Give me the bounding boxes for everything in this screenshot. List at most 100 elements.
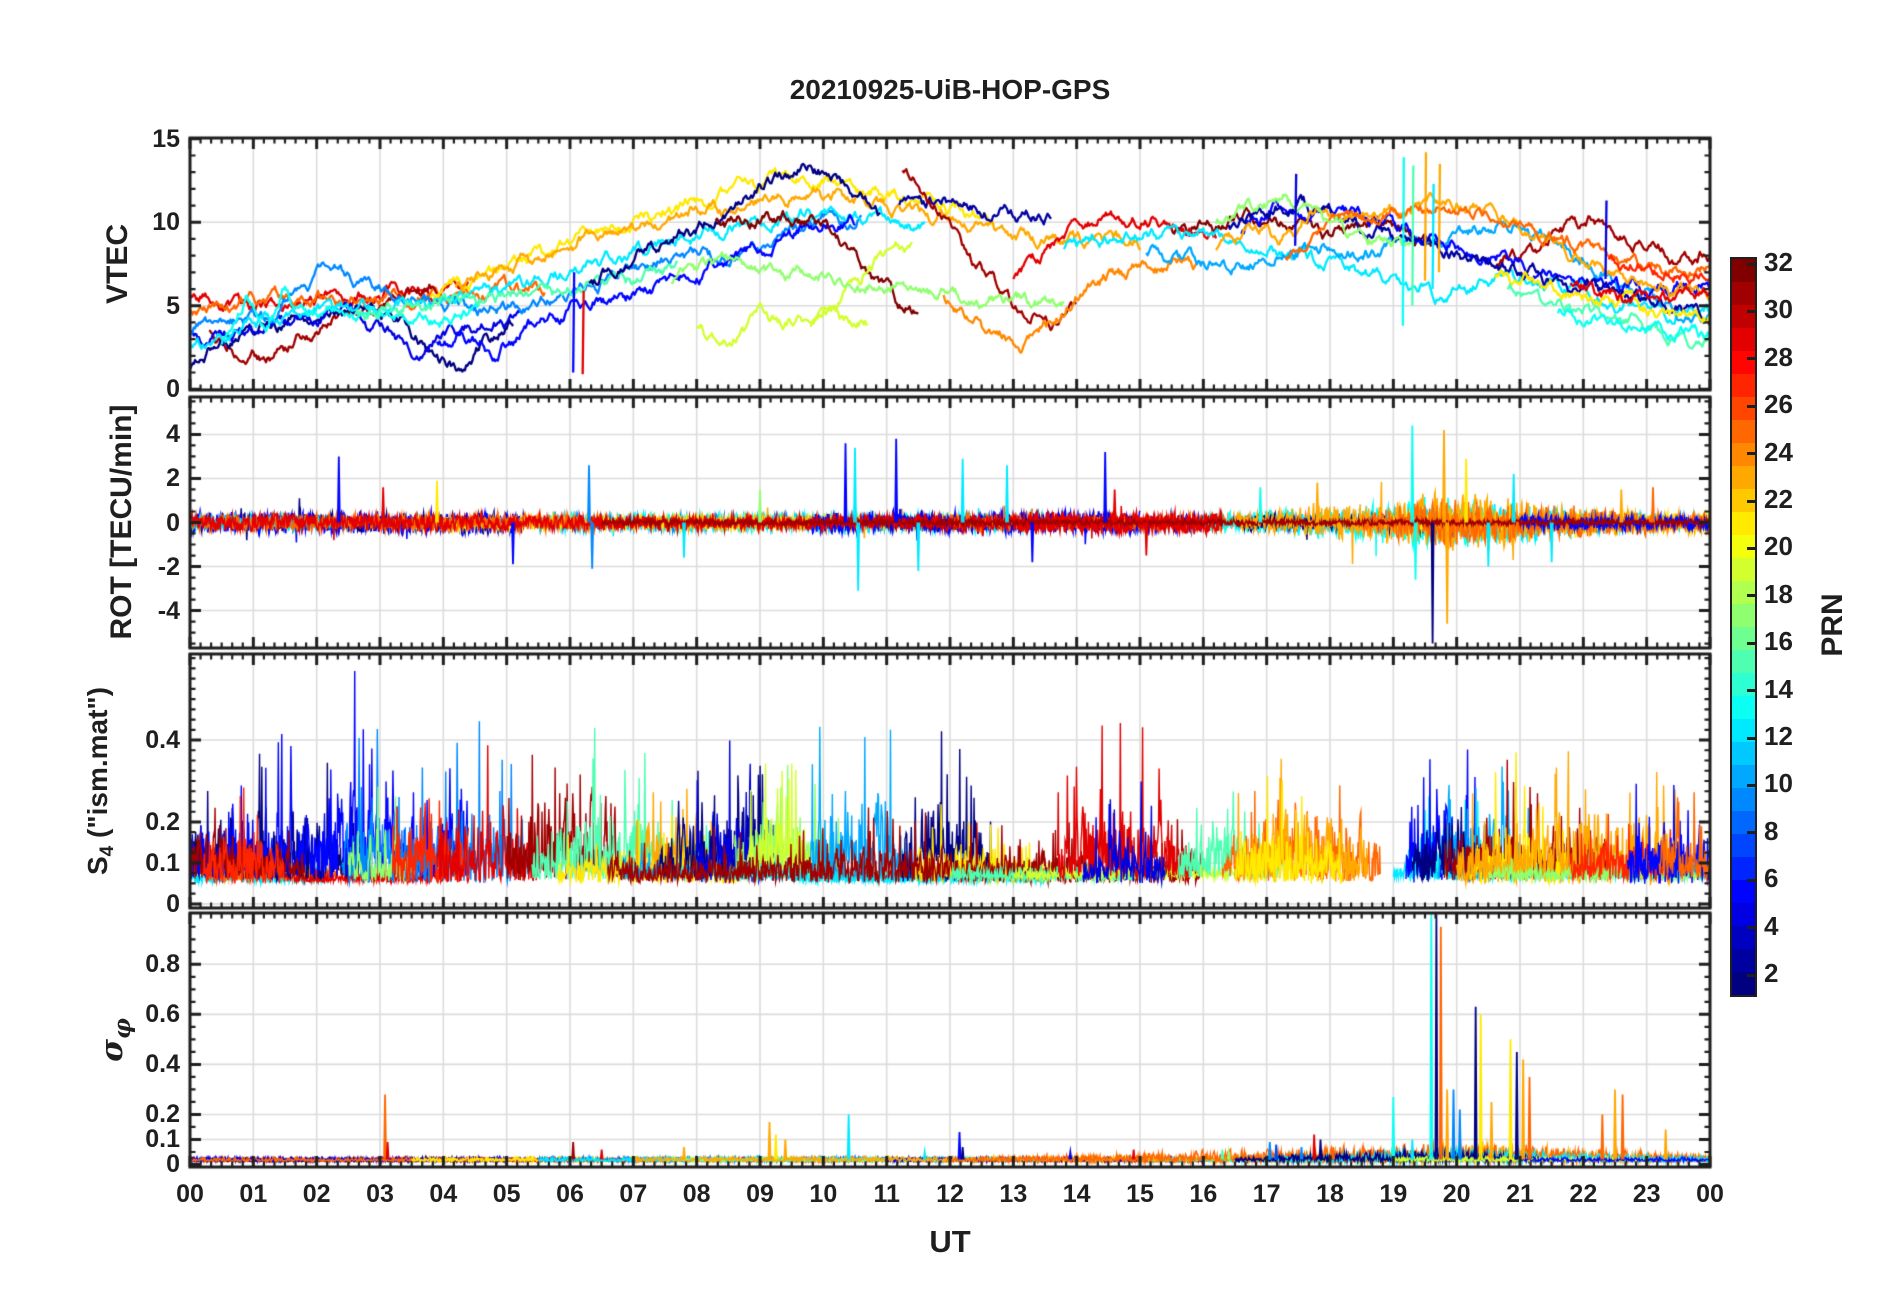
colorbar-tick (1747, 878, 1755, 882)
y-tick-label: 0.2 (145, 1100, 180, 1129)
x-tick-label: 13 (999, 1180, 1028, 1208)
x-tick-label: 08 (682, 1180, 711, 1208)
colorbar-tick-label: 22 (1764, 484, 1793, 514)
y-tick-label: 0.4 (145, 726, 180, 755)
colorbar-tick (1747, 309, 1755, 313)
colorbar-segment (1732, 420, 1755, 443)
y-tick-label: 0.2 (145, 807, 180, 836)
colorbar-tick-label: 18 (1764, 578, 1793, 609)
colorbar-segment (1732, 949, 1755, 972)
page-title: 20210925-UiB-HOP-GPS (789, 74, 1111, 105)
x-tick-label: 07 (619, 1180, 648, 1208)
colorbar-segment (1732, 834, 1755, 857)
colorbar-tick-label: 24 (1764, 436, 1793, 467)
x-tick-label: 23 (1632, 1180, 1661, 1208)
colorbar-segment (1732, 558, 1755, 581)
chart-canvas (0, 0, 1902, 1292)
colorbar-segment (1732, 880, 1755, 903)
x-tick-label: 20 (1442, 1180, 1471, 1208)
x-tick-label: 14 (1062, 1180, 1091, 1208)
colorbar-tick (1747, 499, 1755, 503)
x-tick-label: 22 (1569, 1180, 1598, 1208)
colorbar-tick-label: 14 (1764, 673, 1793, 704)
colorbar-segment (1732, 305, 1755, 328)
y-tick-label: 0.4 (145, 1050, 180, 1079)
colorbar-tick (1747, 594, 1755, 598)
colorbar-tick (1747, 973, 1755, 977)
y-tick-label: 4 (166, 420, 180, 449)
colorbar-segment (1732, 604, 1755, 627)
y-tick-label: 5 (166, 291, 180, 320)
y-tick-label: 2 (166, 464, 180, 493)
colorbar-segment (1732, 673, 1755, 696)
x-tick-label: 17 (1252, 1180, 1281, 1208)
x-axis-label: UT (929, 1224, 971, 1259)
x-tick-label: 11 (873, 1180, 900, 1208)
colorbar-tick-label: 32 (1764, 247, 1793, 277)
colorbar-segment (1732, 328, 1755, 351)
colorbar-segment (1732, 742, 1755, 765)
colorbar-tick (1747, 689, 1755, 693)
colorbar-segment (1732, 696, 1755, 719)
colorbar-segment (1732, 282, 1755, 305)
colorbar-tick-label: 10 (1764, 768, 1793, 799)
colorbar-tick-label: 30 (1764, 294, 1793, 325)
colorbar-tick (1747, 404, 1755, 408)
colorbar-tick (1747, 736, 1755, 740)
y-tick-label: 0.1 (145, 848, 180, 877)
y-tick-label: 0 (166, 375, 180, 404)
colorbar-tick (1747, 926, 1755, 930)
colorbar-segment (1732, 466, 1755, 489)
x-tick-label: 05 (492, 1180, 521, 1208)
y-axis-label-vtec: VTEC (101, 224, 134, 305)
y-tick-label: -2 (157, 552, 180, 581)
x-tick-label: 00 (1696, 1180, 1724, 1208)
x-tick-label: 19 (1379, 1180, 1408, 1208)
y-tick-label: 0 (166, 889, 180, 918)
colorbar-segment (1732, 627, 1755, 650)
y-tick-label: 0.8 (145, 950, 180, 979)
colorbar-segment (1732, 857, 1755, 880)
gps-scintillation-figure: 20210925-UiB-HOP-GPS VTEC ROT [TECU/min]… (0, 0, 1902, 1292)
y-tick-label: -4 (157, 596, 180, 625)
colorbar-tick (1747, 262, 1755, 266)
colorbar-segment (1732, 581, 1755, 604)
colorbar-segment (1732, 351, 1755, 374)
colorbar-tick (1747, 641, 1755, 645)
colorbar-tick-label: 8 (1764, 815, 1779, 846)
x-tick-label: 09 (746, 1180, 774, 1208)
x-tick-label: 00 (176, 1180, 204, 1208)
x-tick-label: 04 (429, 1180, 458, 1208)
colorbar-tick (1747, 546, 1755, 550)
colorbar-segment (1732, 397, 1755, 420)
y-tick-label: 10 (152, 208, 180, 237)
colorbar-tick-label: 20 (1764, 531, 1793, 562)
colorbar-tick (1747, 357, 1755, 361)
colorbar-tick-label: 2 (1764, 958, 1779, 988)
colorbar-tick (1747, 783, 1755, 787)
x-tick-label: 16 (1189, 1180, 1218, 1208)
colorbar-segment (1732, 926, 1755, 949)
colorbar-segment (1732, 903, 1755, 926)
x-tick-label: 03 (366, 1180, 394, 1208)
x-tick-label: 06 (556, 1180, 584, 1208)
x-tick-label: 01 (239, 1180, 268, 1208)
x-tick-label: 10 (809, 1180, 838, 1208)
y-tick-label: 15 (152, 124, 180, 153)
colorbar-segment (1732, 374, 1755, 397)
colorbar-tick (1747, 452, 1755, 456)
colorbar-tick (1747, 831, 1755, 835)
colorbar-tick-label: 28 (1764, 341, 1793, 372)
colorbar-segment (1732, 512, 1755, 535)
x-tick-label: 18 (1316, 1180, 1344, 1208)
y-tick-label: 0 (166, 508, 180, 537)
colorbar-segment (1732, 650, 1755, 673)
colorbar-tick-label: 26 (1764, 389, 1793, 420)
x-tick-label: 15 (1126, 1180, 1154, 1208)
y-tick-label: 0.6 (145, 1000, 180, 1029)
colorbar-segment (1732, 788, 1755, 811)
colorbar (1730, 257, 1757, 997)
x-tick-label: 21 (1506, 1180, 1534, 1208)
colorbar-tick-label: 16 (1764, 626, 1793, 657)
colorbar-tick-label: 6 (1764, 863, 1779, 894)
